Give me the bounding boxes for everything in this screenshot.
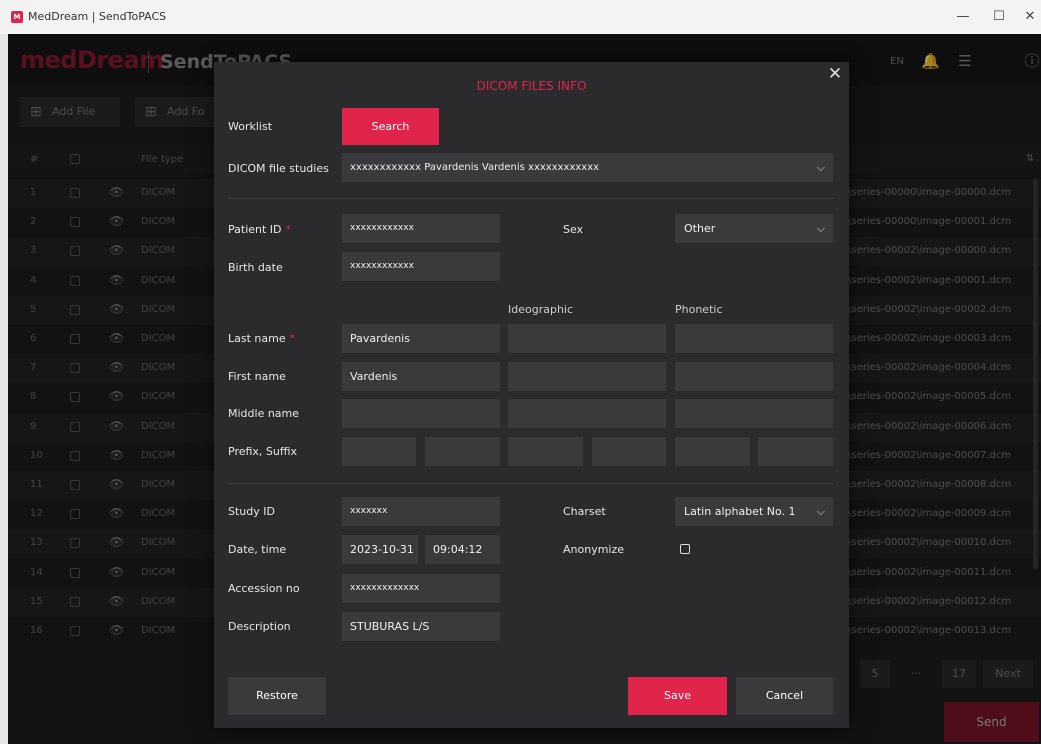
- description-label: Description: [228, 620, 291, 633]
- prefix-field[interactable]: [342, 437, 416, 466]
- ideographic-column-header: Ideographic: [508, 303, 574, 316]
- maximize-icon[interactable]: ☐: [984, 6, 1014, 28]
- charset-label: Charset: [563, 505, 606, 518]
- middle-name-ideographic-field[interactable]: [508, 399, 666, 428]
- description-field[interactable]: STUBURAS L/S: [342, 612, 500, 641]
- last-name-ideographic-field[interactable]: [508, 324, 666, 353]
- study-id-field[interactable]: xxxxxxx: [342, 497, 500, 526]
- chevron-down-icon: ⌵: [816, 505, 825, 518]
- first-name-label: First name: [228, 370, 286, 383]
- date-time-label: Date, time: [228, 543, 287, 556]
- first-name-ideographic-field[interactable]: [508, 362, 666, 391]
- cancel-button[interactable]: Cancel: [736, 677, 833, 715]
- studies-select[interactable]: xxxxxxxxxxxx Pavardenis Vardenis xxxxxxx…: [342, 153, 833, 182]
- charset-value: Latin alphabet No. 1: [684, 505, 796, 518]
- worklist-search-button[interactable]: Search: [342, 108, 439, 145]
- studies-label: DICOM file studies: [228, 162, 329, 175]
- chevron-down-icon: ⌵: [816, 222, 825, 235]
- studies-value: xxxxxxxxxxxx Pavardenis Vardenis xxxxxxx…: [350, 162, 600, 173]
- last-name-phonetic-field[interactable]: [675, 324, 833, 353]
- first-name-field[interactable]: Vardenis: [342, 362, 500, 391]
- middle-name-label: Middle name: [228, 407, 300, 420]
- middle-name-phonetic-field[interactable]: [675, 399, 833, 428]
- anonymize-label: Anonymize: [563, 543, 625, 556]
- time-field[interactable]: 09:04:12: [425, 535, 500, 564]
- patient-id-field[interactable]: xxxxxxxxxxxx: [342, 214, 500, 243]
- divider: [228, 198, 833, 199]
- dialog-title: DICOM FILES INFO: [476, 79, 587, 93]
- app-logo-icon: M: [11, 11, 23, 23]
- window-title: MedDream | SendToPACS: [28, 10, 167, 23]
- divider: [228, 483, 833, 484]
- prefix-ideographic-field[interactable]: [508, 437, 583, 466]
- sex-label: Sex: [563, 223, 584, 236]
- accession-no-field[interactable]: xxxxxxxxxxxxx: [342, 574, 500, 603]
- birth-date-field[interactable]: xxxxxxxxxxxx: [342, 252, 500, 281]
- prefix-suffix-label: Prefix, Suffix: [228, 445, 298, 458]
- close-icon[interactable]: ✕: [826, 65, 844, 83]
- chevron-down-icon: ⌵: [816, 161, 825, 174]
- study-id-label: Study ID: [228, 505, 275, 518]
- suffix-phonetic-field[interactable]: [758, 437, 833, 466]
- suffix-field[interactable]: [425, 437, 500, 466]
- worklist-label: Worklist: [228, 120, 273, 133]
- dicom-files-info-dialog: DICOM FILES INFO ✕ Worklist Search DICOM…: [214, 62, 849, 728]
- restore-button[interactable]: Restore: [228, 677, 326, 715]
- accession-no-label: Accession no: [228, 582, 300, 595]
- save-button[interactable]: Save: [628, 677, 727, 715]
- first-name-phonetic-field[interactable]: [675, 362, 833, 391]
- window-titlebar: M MedDream | SendToPACS — ☐ ✕: [0, 0, 1041, 34]
- date-field[interactable]: 2023-10-31: [342, 535, 418, 564]
- last-name-label: Last name *: [228, 332, 296, 345]
- sex-value: Other: [684, 222, 716, 235]
- middle-name-field[interactable]: [342, 399, 500, 428]
- last-name-field[interactable]: Pavardenis: [342, 324, 500, 353]
- phonetic-column-header: Phonetic: [675, 303, 723, 316]
- anonymize-checkbox[interactable]: [680, 544, 690, 554]
- suffix-ideographic-field[interactable]: [592, 437, 666, 466]
- prefix-phonetic-field[interactable]: [675, 437, 750, 466]
- close-window-icon[interactable]: ✕: [1015, 6, 1041, 28]
- patient-id-label: Patient ID *: [228, 223, 292, 236]
- minimize-icon[interactable]: —: [948, 6, 978, 28]
- birth-date-label: Birth date: [228, 261, 283, 274]
- charset-select[interactable]: Latin alphabet No. 1 ⌵: [675, 497, 833, 526]
- sex-select[interactable]: Other ⌵: [675, 214, 833, 243]
